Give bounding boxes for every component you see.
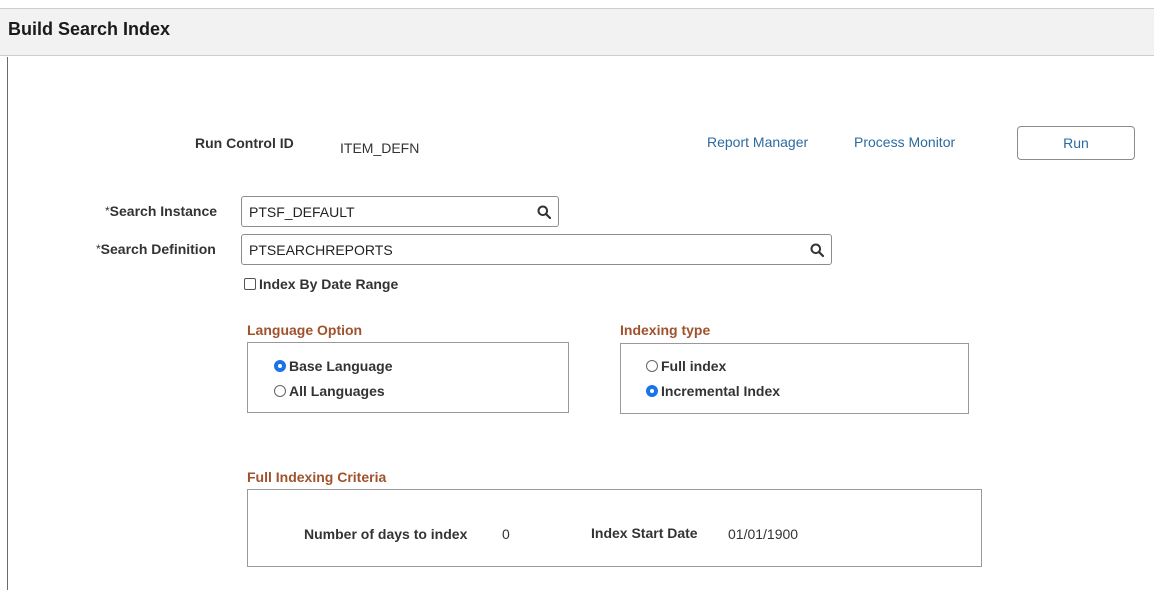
page-title: Build Search Index — [8, 19, 171, 39]
radio-label: Full index — [661, 358, 727, 374]
search-icon[interactable] — [803, 235, 831, 264]
radio-label: Incremental Index — [661, 383, 781, 399]
top-strip — [0, 0, 1154, 8]
run-control-value: ITEM_DEFN — [340, 140, 420, 156]
days-to-index-label: Number of days to index — [304, 526, 468, 542]
page-header — [0, 8, 1154, 56]
radio-all-languages[interactable]: All Languages — [274, 383, 385, 399]
indexing-type-box — [620, 343, 969, 414]
run-control-label: Run Control ID — [195, 135, 294, 151]
index-by-date-range-row[interactable]: Index By Date Range — [244, 276, 398, 292]
search-instance-label: *Search Instance — [105, 203, 217, 219]
indexing-type-title: Indexing type — [620, 322, 711, 338]
days-to-index-value: 0 — [502, 526, 510, 542]
radio-unselected-icon[interactable] — [274, 385, 286, 397]
search-definition-field — [241, 234, 832, 265]
radio-incremental-index[interactable]: Incremental Index — [646, 383, 780, 399]
run-button[interactable]: Run — [1017, 126, 1135, 160]
search-definition-input[interactable] — [242, 235, 803, 264]
radio-full-index[interactable]: Full index — [646, 358, 726, 374]
required-mark: * — [105, 204, 110, 218]
full-indexing-criteria-title: Full Indexing Criteria — [247, 469, 387, 485]
left-border — [7, 57, 8, 590]
radio-base-language[interactable]: Base Language — [274, 358, 392, 374]
search-definition-label: *Search Definition — [96, 241, 216, 257]
radio-label: Base Language — [289, 358, 393, 374]
language-option-box — [247, 342, 569, 413]
search-instance-label-text: Search Instance — [109, 203, 218, 219]
index-by-date-range-checkbox[interactable] — [244, 278, 256, 290]
search-instance-input[interactable] — [242, 197, 530, 226]
index-start-date-label: Index Start Date — [591, 525, 698, 541]
required-mark: * — [96, 242, 101, 256]
search-instance-field — [241, 196, 559, 227]
index-start-date-value: 01/01/1900 — [728, 526, 799, 542]
radio-label: All Languages — [289, 383, 385, 399]
radio-selected-icon[interactable] — [274, 360, 286, 372]
search-definition-label-text: Search Definition — [100, 241, 216, 257]
radio-unselected-icon[interactable] — [646, 360, 658, 372]
radio-selected-icon[interactable] — [646, 385, 658, 397]
report-manager-link[interactable]: Report Manager — [707, 134, 808, 150]
index-by-date-range-label: Index By Date Range — [259, 276, 399, 292]
process-monitor-link[interactable]: Process Monitor — [854, 134, 955, 150]
search-icon[interactable] — [530, 197, 558, 226]
language-option-title: Language Option — [247, 322, 363, 338]
